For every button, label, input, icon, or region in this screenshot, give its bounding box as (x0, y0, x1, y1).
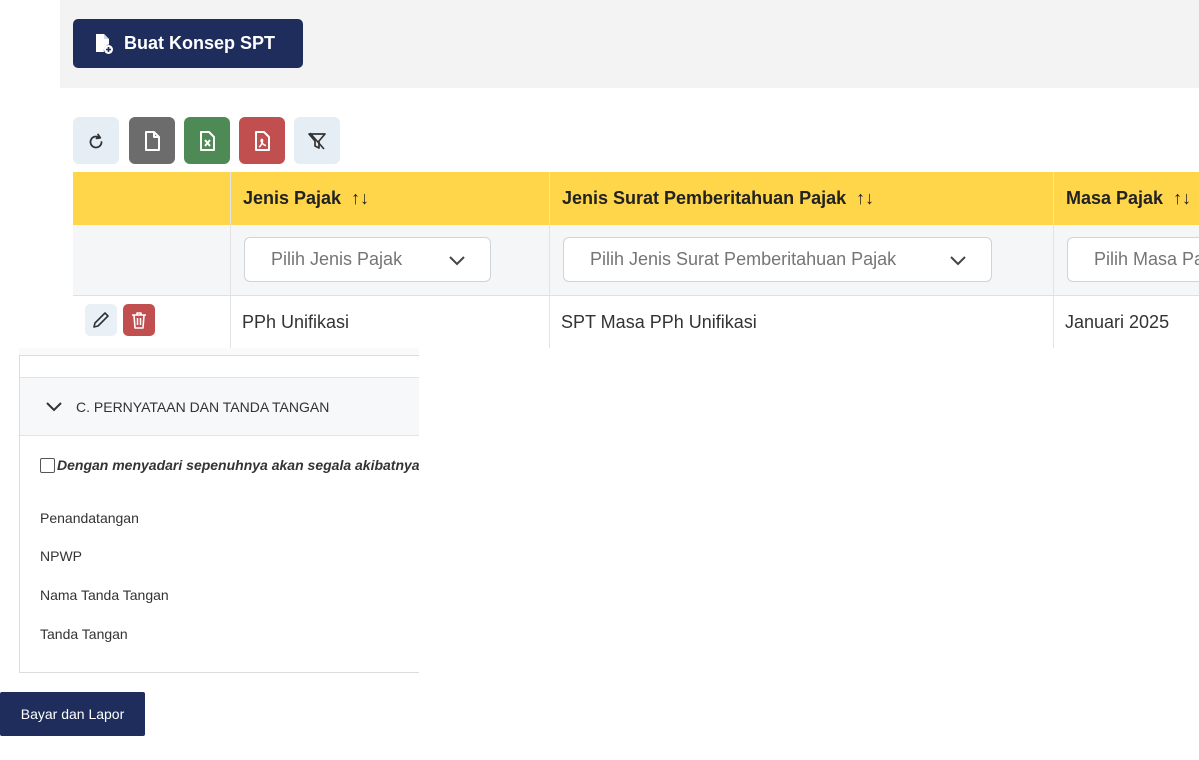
column-label: Jenis Pajak (243, 188, 342, 208)
page: Buat Konsep SPT Jenis Pajak ↑↓ Jenis Sur… (0, 0, 1199, 760)
section-title: C. PERNYATAAN DAN TANDA TANGAN (76, 398, 330, 415)
edit-button[interactable] (85, 304, 117, 336)
label-penandatangan: Penandatangan (40, 510, 139, 526)
statement-row: Dengan menyadari sepenuhnya akan segala … (40, 457, 419, 473)
column-header-jenis-spt[interactable]: Jenis Surat Pemberitahuan Pajak ↑↓ (550, 172, 1054, 225)
export-pdf-button[interactable] (239, 117, 285, 164)
pencil-icon (93, 312, 109, 328)
create-spt-draft-label: Buat Konsep SPT (124, 33, 276, 53)
masa-pajak-dropdown[interactable]: Pilih Masa Pajak (1067, 237, 1199, 282)
section-header-pernyataan[interactable]: C. PERNYATAAN DAN TANDA TANGAN (20, 377, 419, 436)
spt-table: Jenis Pajak ↑↓ Jenis Surat Pemberitahuan… (73, 172, 1199, 348)
statement-checkbox[interactable] (40, 457, 55, 473)
export-excel-button[interactable] (184, 117, 230, 164)
filter-clear-icon (308, 131, 326, 150)
excel-icon (200, 130, 215, 151)
statement-panel: C. PERNYATAAN DAN TANDA TANGAN Dengan me… (19, 348, 419, 673)
chevron-down-icon (449, 256, 465, 266)
table-header-row: Jenis Pajak ↑↓ Jenis Surat Pemberitahuan… (73, 172, 1199, 225)
dropdown-placeholder: Pilih Masa Pajak (1094, 249, 1199, 269)
header-actions (73, 172, 231, 225)
column-header-jenis-pajak[interactable]: Jenis Pajak ↑↓ (231, 172, 550, 225)
column-header-masa-pajak[interactable]: Masa Pajak ↑↓ (1054, 172, 1199, 225)
column-label: Jenis Surat Pemberitahuan Pajak (562, 188, 847, 208)
cell-jenis-spt: SPT Masa PPh Unifikasi (550, 296, 1054, 348)
dropdown-placeholder: Pilih Jenis Surat Pemberitahuan Pajak (590, 249, 897, 269)
create-spt-draft-button[interactable]: Buat Konsep SPT (73, 19, 303, 68)
statement-text: Dengan menyadari sepenuhnya akan segala … (57, 457, 419, 473)
previous-section-edge (19, 348, 419, 356)
pay-and-report-button[interactable]: Bayar dan Lapor (0, 692, 145, 736)
filter-cell-jenis-spt: Pilih Jenis Surat Pemberitahuan Pajak (550, 225, 1054, 295)
jenis-pajak-dropdown[interactable]: Pilih Jenis Pajak (244, 237, 491, 282)
chevron-down-icon (46, 401, 62, 411)
row-actions (73, 296, 231, 348)
table-filter-row: Pilih Jenis Pajak Pilih Jenis Surat Pemb… (73, 225, 1199, 296)
refresh-icon (89, 133, 103, 148)
jenis-spt-dropdown[interactable]: Pilih Jenis Surat Pemberitahuan Pajak (563, 237, 992, 282)
filter-empty-cell (73, 225, 231, 295)
sort-icon[interactable]: ↑↓ (351, 188, 369, 209)
filter-cell-jenis-pajak: Pilih Jenis Pajak (231, 225, 550, 295)
clear-filter-button[interactable] (294, 117, 340, 164)
label-tanda-tangan: Tanda Tangan (40, 626, 128, 642)
sort-icon[interactable]: ↑↓ (1173, 188, 1191, 209)
trash-icon (132, 312, 146, 329)
dropdown-placeholder: Pilih Jenis Pajak (271, 249, 403, 269)
column-label: Masa Pajak (1066, 188, 1164, 208)
table-row[interactable]: PPh Unifikasi SPT Masa PPh Unifikasi Jan… (73, 296, 1199, 348)
cell-masa-pajak: Januari 2025 (1054, 296, 1199, 348)
export-file-button[interactable] (129, 117, 175, 164)
sort-icon[interactable]: ↑↓ (856, 188, 874, 209)
pdf-icon (255, 130, 270, 151)
file-icon (145, 130, 160, 151)
file-add-icon (96, 33, 113, 54)
chevron-down-icon (950, 256, 966, 266)
delete-button[interactable] (123, 304, 155, 336)
filter-cell-masa-pajak: Pilih Masa Pajak (1054, 225, 1199, 295)
label-npwp: NPWP (40, 548, 82, 564)
cell-jenis-pajak: PPh Unifikasi (231, 296, 550, 348)
label-nama-tanda-tangan: Nama Tanda Tangan (40, 587, 169, 603)
refresh-button[interactable] (73, 117, 119, 164)
